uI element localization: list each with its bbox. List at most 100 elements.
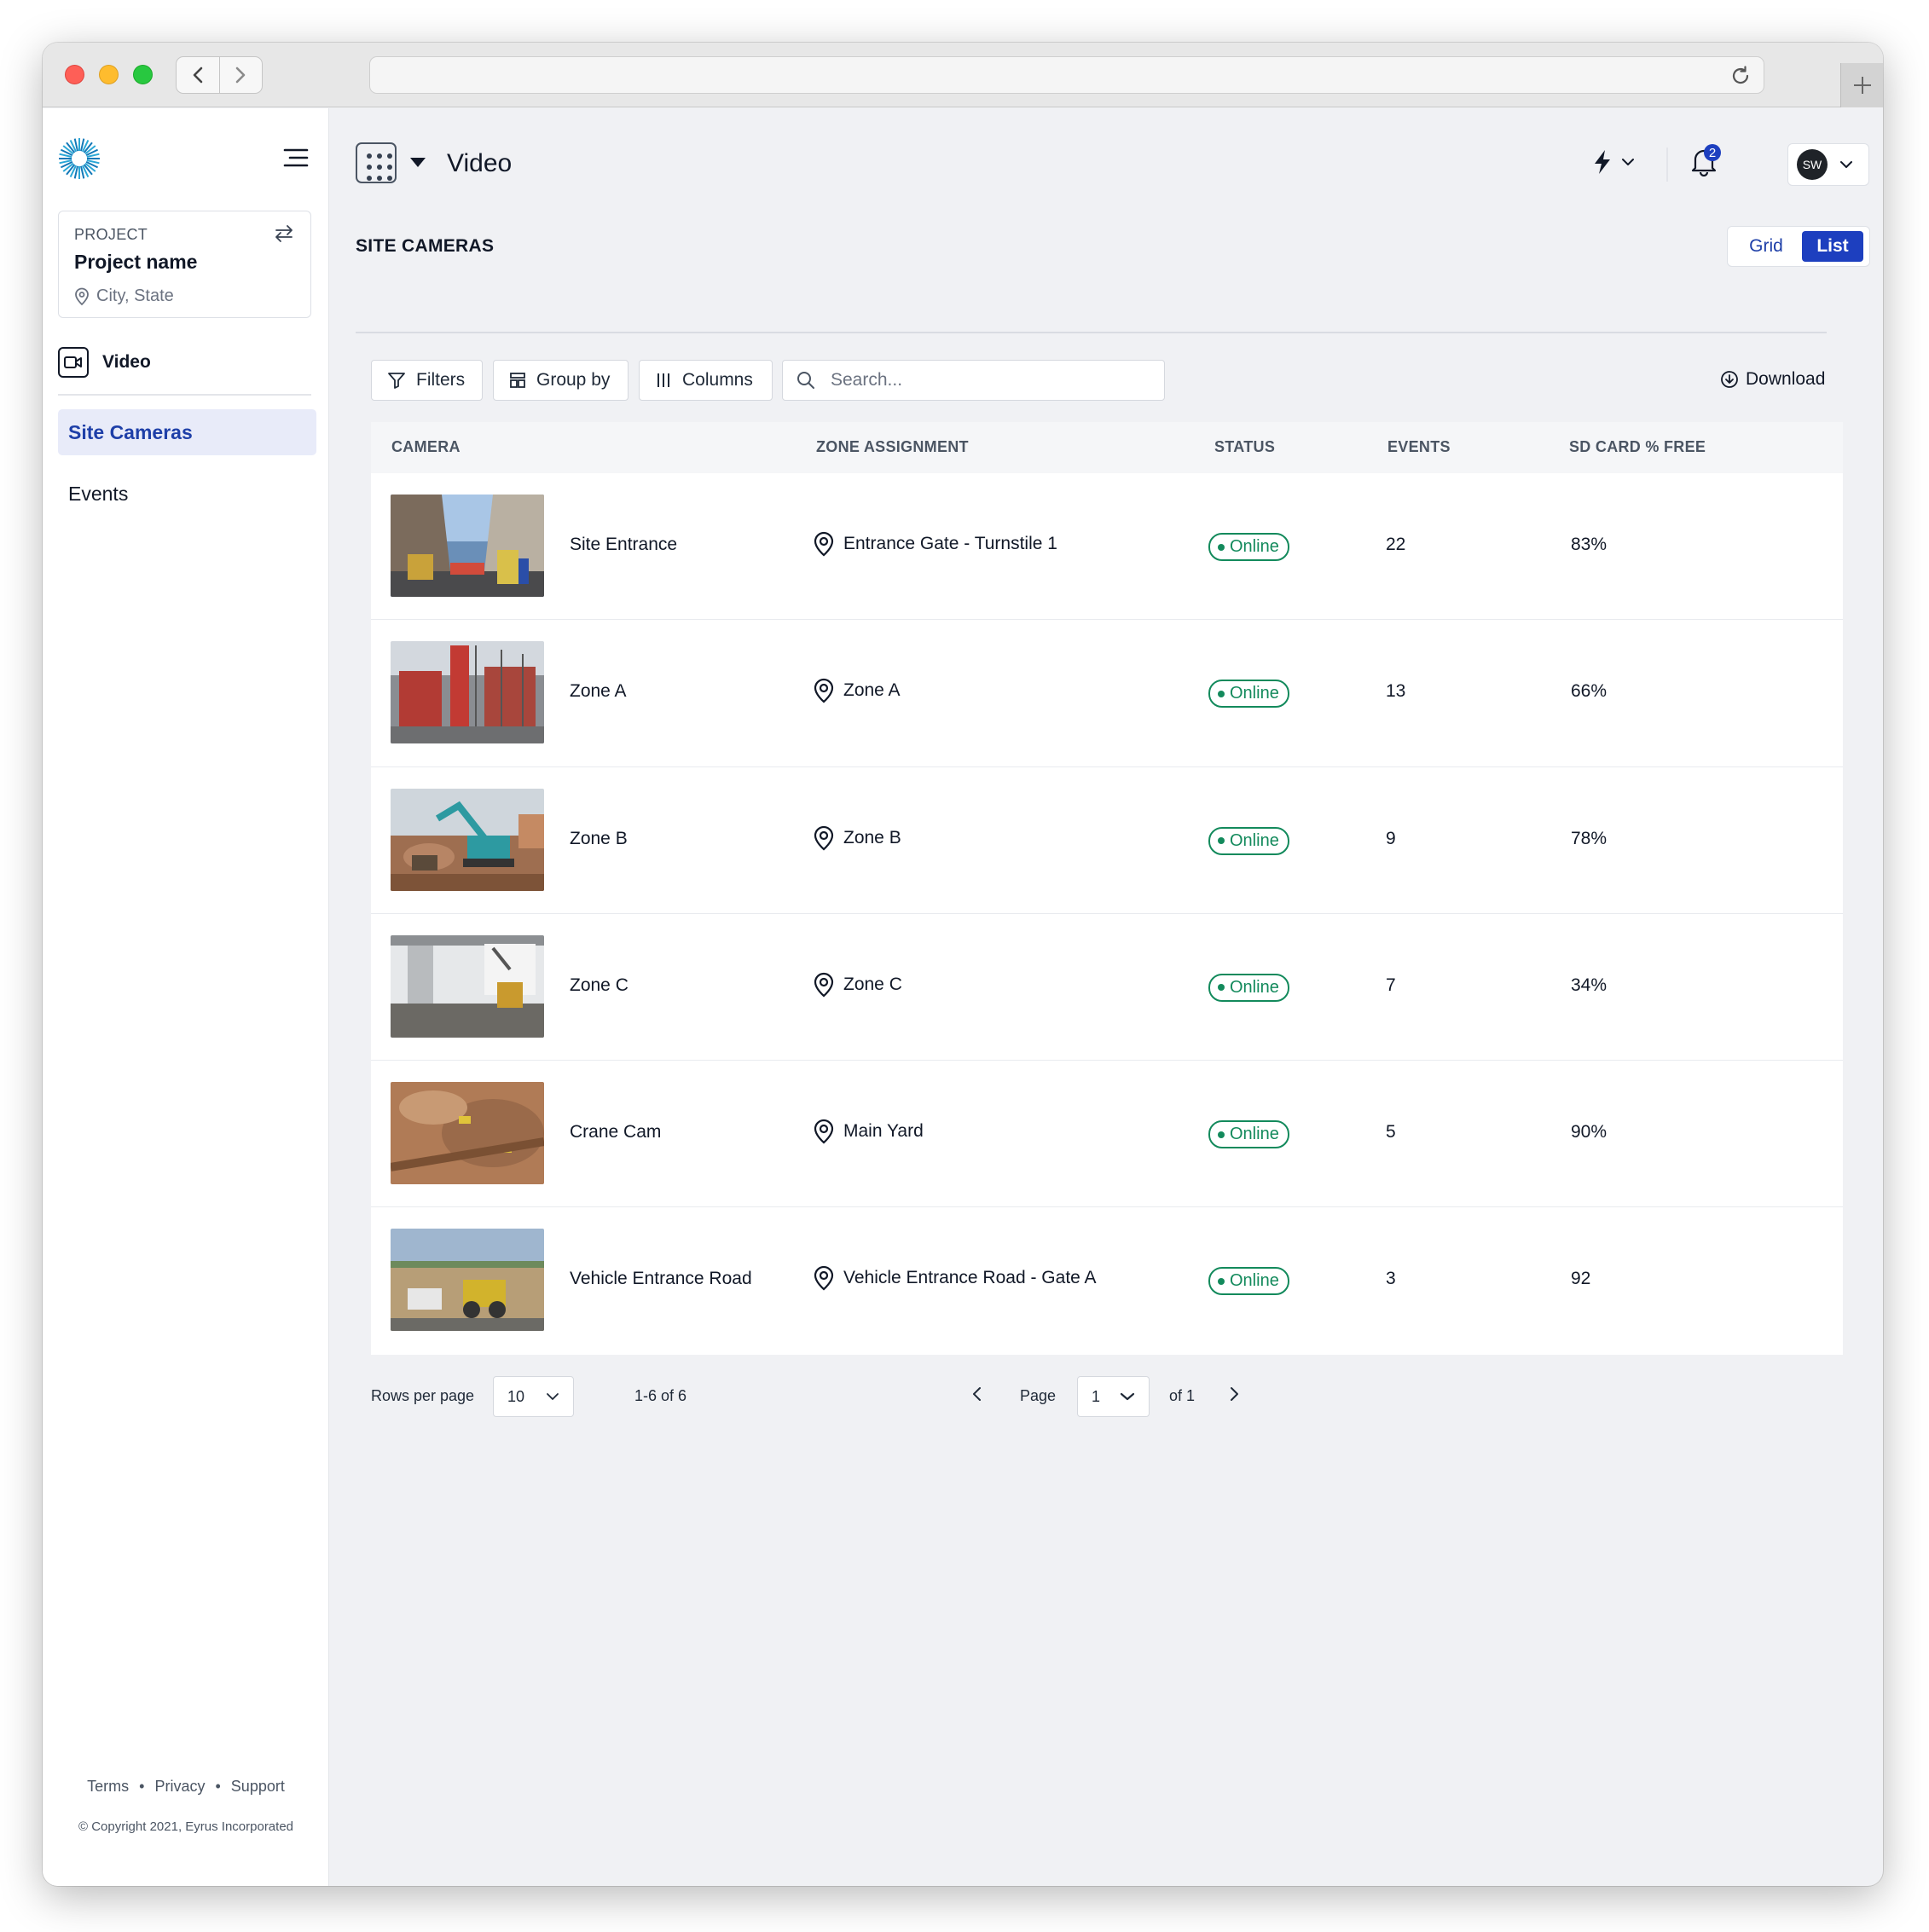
sd-card-free: 34% — [1571, 975, 1608, 995]
location-pin-icon — [814, 1266, 834, 1291]
status-text: Online — [1230, 537, 1279, 556]
page-title: Video — [447, 149, 513, 177]
column-header-camera[interactable]: CAMERA — [391, 438, 461, 456]
table-row[interactable]: Zone B Zone B Online 9 78% — [371, 767, 1843, 914]
project-card[interactable]: PROJECT Project name City, State — [58, 211, 311, 318]
status-text: Online — [1230, 684, 1279, 703]
sd-card-free: 66% — [1571, 681, 1608, 702]
zone-assignment: Entrance Gate - Turnstile 1 — [813, 531, 1057, 557]
events-count: 5 — [1386, 1122, 1396, 1142]
events-count: 7 — [1386, 975, 1396, 995]
section-title: SITE CAMERAS — [356, 236, 495, 256]
swap-project-icon[interactable] — [273, 223, 295, 248]
status-text: Online — [1230, 977, 1279, 997]
zone-name: Vehicle Entrance Road - Gate A — [843, 1268, 1097, 1288]
grid-view-button[interactable]: Grid — [1730, 231, 1802, 262]
group-by-button[interactable]: Group by — [493, 360, 629, 401]
quick-actions-button[interactable] — [1592, 149, 1635, 175]
page-select[interactable]: 1 — [1077, 1376, 1150, 1417]
zone-name: Main Yard — [843, 1121, 924, 1142]
table-header: CAMERA ZONE ASSIGNMENT STATUS EVENTS SD … — [371, 422, 1843, 473]
status-badge: Online — [1208, 680, 1289, 709]
status-dot-icon — [1218, 543, 1225, 551]
table-row[interactable]: Vehicle Entrance Road Vehicle Entrance Ro… — [371, 1207, 1843, 1354]
main-content: Video 2 SW SITE CAMERAS Grid List Filter… — [330, 108, 1883, 1886]
sd-card-free: 90% — [1571, 1122, 1608, 1142]
camera-thumbnail[interactable] — [391, 1229, 544, 1332]
avatar: SW — [1797, 149, 1828, 180]
maximize-window-button[interactable] — [133, 65, 153, 84]
filters-label: Filters — [416, 370, 466, 390]
terms-link[interactable]: Terms — [87, 1778, 129, 1795]
camera-name[interactable]: Zone C — [570, 975, 629, 996]
camera-name[interactable]: Zone B — [570, 829, 628, 849]
zone-name: Zone C — [843, 974, 902, 994]
caret-down-icon[interactable] — [410, 158, 426, 167]
zone-name: Entrance Gate - Turnstile 1 — [843, 534, 1057, 553]
support-link[interactable]: Support — [231, 1778, 285, 1795]
video-section-header[interactable]: Video — [58, 347, 151, 378]
video-camera-icon — [58, 347, 89, 378]
new-tab-button[interactable] — [1840, 63, 1883, 107]
column-header-events[interactable]: EVENTS — [1387, 438, 1451, 456]
table-row[interactable]: Zone A Zone A Online 13 66% — [371, 620, 1843, 767]
rows-per-page-value: 10 — [507, 1387, 525, 1405]
address-bar[interactable] — [369, 56, 1764, 94]
sidebar-item-site-cameras[interactable]: Site Cameras — [58, 409, 316, 455]
camera-thumbnail[interactable] — [391, 495, 544, 597]
forward-button[interactable] — [220, 57, 263, 93]
zone-assignment: Zone C — [813, 972, 902, 998]
camera-thumbnail[interactable] — [391, 1082, 544, 1185]
columns-button[interactable]: Columns — [639, 360, 773, 401]
camera-thumbnail[interactable] — [391, 934, 544, 1038]
status-badge: Online — [1208, 533, 1289, 561]
column-header-zone[interactable]: ZONE ASSIGNMENT — [816, 438, 969, 456]
menu-icon[interactable] — [283, 148, 309, 172]
camera-name[interactable]: Site Entrance — [570, 535, 677, 555]
status-dot-icon — [1218, 690, 1225, 697]
events-count: 22 — [1386, 535, 1406, 554]
user-menu-button[interactable]: SW — [1787, 143, 1869, 186]
camera-thumbnail[interactable] — [391, 788, 544, 891]
search-input[interactable]: Search... — [782, 360, 1165, 401]
chevron-down-icon — [1120, 1392, 1135, 1401]
project-label: PROJECT — [74, 226, 148, 243]
section-divider — [356, 332, 1827, 333]
chevron-down-icon — [1622, 159, 1634, 165]
table-row[interactable]: Zone C Zone C Online 7 34% — [371, 914, 1843, 1061]
previous-page-button[interactable] — [971, 1385, 983, 1407]
camera-thumbnail[interactable] — [391, 641, 544, 744]
project-location-text: City, State — [96, 286, 174, 305]
table-row[interactable]: Crane Cam Main Yard Online 5 90% — [371, 1061, 1843, 1208]
header-divider — [1666, 148, 1668, 182]
download-button[interactable]: Download — [1720, 369, 1825, 390]
privacy-link[interactable]: Privacy — [154, 1778, 205, 1795]
chevron-down-icon — [547, 1393, 559, 1400]
minimize-window-button[interactable] — [99, 65, 119, 84]
column-header-status[interactable]: STATUS — [1214, 438, 1275, 456]
status-text: Online — [1230, 1271, 1279, 1291]
list-view-button[interactable]: List — [1802, 231, 1863, 262]
back-button[interactable] — [177, 57, 220, 93]
column-header-sd-card[interactable]: SD CARD % FREE — [1569, 438, 1706, 456]
status-text: Online — [1230, 1125, 1279, 1144]
camera-name[interactable]: Crane Cam — [570, 1122, 661, 1142]
table-row[interactable]: Site Entrance Entrance Gate - Turnstile 1… — [371, 473, 1843, 621]
sd-card-free: 78% — [1571, 828, 1608, 848]
rows-per-page-select[interactable]: 10 — [493, 1376, 574, 1417]
page-total: of 1 — [1169, 1387, 1196, 1404]
camera-name[interactable]: Zone A — [570, 681, 627, 702]
location-pin-icon — [814, 972, 834, 998]
next-page-button[interactable] — [1228, 1385, 1240, 1407]
zone-name: Zone B — [843, 827, 901, 847]
reload-icon[interactable] — [1729, 65, 1752, 91]
camera-name[interactable]: Vehicle Entrance Road — [570, 1269, 752, 1289]
cameras-table: CAMERA ZONE ASSIGNMENT STATUS EVENTS SD … — [371, 422, 1843, 1355]
close-window-button[interactable] — [65, 65, 84, 84]
events-count: 9 — [1386, 828, 1396, 848]
eyrus-logo[interactable] — [57, 136, 101, 185]
filters-button[interactable]: Filters — [371, 360, 483, 401]
footer-separator: • — [139, 1778, 145, 1795]
sidebar-item-events[interactable]: Events — [58, 471, 316, 517]
app-launcher-icon[interactable] — [356, 142, 397, 183]
